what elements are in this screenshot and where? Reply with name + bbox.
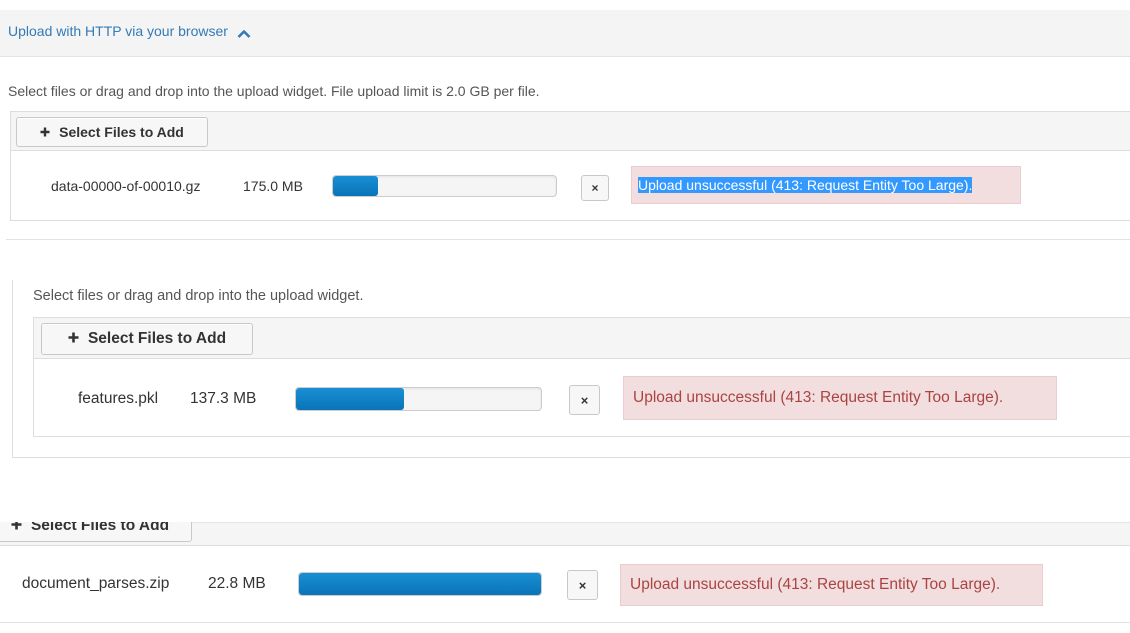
divider — [6, 239, 1130, 240]
divider — [0, 622, 1130, 623]
file-name: document_parses.zip — [22, 575, 170, 592]
file-name: data-00000-of-00010.gz — [51, 178, 201, 194]
file-size: 175.0 MB — [243, 178, 303, 194]
remove-file-button[interactable]: × — [567, 570, 598, 600]
select-files-label: Select Files to Add — [87, 330, 227, 347]
select-files-button[interactable]: Select Files to Add — [0, 522, 192, 542]
chevron-up-icon — [237, 26, 251, 38]
upload-progress-bar — [332, 175, 557, 197]
plus-icon — [11, 522, 22, 535]
close-icon: × — [591, 181, 599, 195]
upload-error-text: Upload unsuccessful (413: Request Entity… — [633, 389, 1004, 406]
file-size: 22.8 MB — [208, 575, 266, 592]
upload-error-message: Upload unsuccessful (413: Request Entity… — [623, 376, 1057, 420]
upload-error-text: Upload unsuccessful (413: Request Entity… — [630, 576, 1001, 593]
remove-file-button[interactable]: × — [581, 175, 609, 201]
upload-error-message: Upload unsuccessful (413: Request Entity… — [620, 564, 1043, 606]
upload-accordion-toggle[interactable]: Upload with HTTP via your browser — [8, 23, 251, 39]
accordion-title: Upload with HTTP via your browser — [8, 23, 228, 39]
upload-progress-fill — [333, 176, 378, 196]
upload-help-text: Select files or drag and drop into the u… — [33, 288, 364, 304]
plus-icon — [68, 330, 79, 348]
select-files-label: Select Files to Add — [30, 522, 170, 534]
select-files-button-clip: Select Files to Add — [0, 522, 200, 546]
select-files-button[interactable]: Select Files to Add — [41, 323, 253, 355]
upload-progress-fill — [299, 573, 541, 595]
upload-error-text: Upload unsuccessful (413: Request Entity… — [638, 177, 973, 193]
close-icon: × — [578, 577, 587, 593]
file-name: features.pkl — [78, 390, 159, 407]
file-size: 137.3 MB — [190, 390, 257, 407]
select-files-label: Select Files to Add — [59, 124, 184, 140]
remove-file-button[interactable]: × — [569, 385, 600, 415]
select-files-button[interactable]: Select Files to Add — [16, 117, 208, 147]
close-icon: × — [580, 392, 589, 408]
upload-progress-bar — [298, 572, 542, 596]
plus-icon — [40, 124, 50, 140]
upload-progress-bar — [295, 387, 542, 411]
upload-help-text: Select files or drag and drop into the u… — [8, 83, 540, 99]
upload-progress-fill — [296, 388, 404, 410]
upload-error-message: Upload unsuccessful (413: Request Entity… — [631, 166, 1021, 204]
